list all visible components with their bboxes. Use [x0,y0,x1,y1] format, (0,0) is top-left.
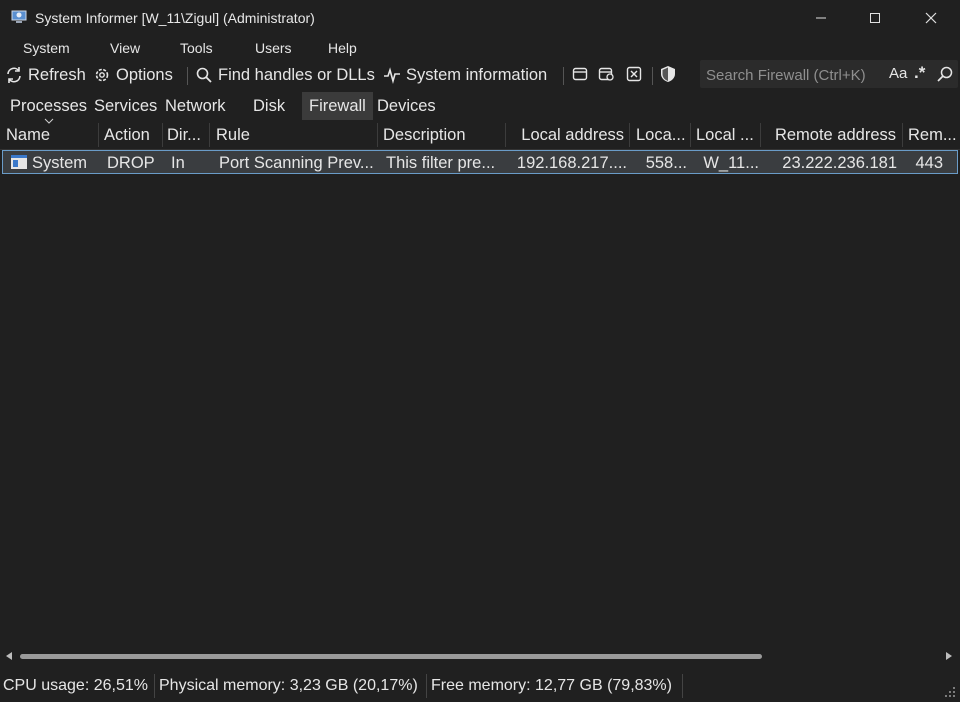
title-bar: System Informer [W_11\Zigul] (Administra… [0,0,960,36]
close-box-icon [626,66,642,82]
scroll-right-arrow-icon[interactable] [945,652,953,660]
tab-strip: Processes Services Network Disk Firewall… [0,92,960,120]
status-divider [682,674,683,698]
column-header-action[interactable]: Action [104,121,160,149]
tab-firewall[interactable]: Firewall [302,92,373,120]
column-header-remote-address[interactable]: Remote address [764,121,896,149]
toolbar-separator [187,67,188,85]
cell-local-hostname: W_11... [703,154,759,172]
search-input[interactable] [704,63,888,87]
table-row[interactable]: System DROP In Port Scanning Prev... Thi… [2,150,958,174]
column-header-local-hostname[interactable]: Local ... [696,121,758,149]
find-handles-label: Find handles or DLLs [218,65,375,84]
options-button[interactable]: Options [93,64,173,86]
process-window-icon [11,155,27,169]
shield-button[interactable] [658,64,678,84]
find-window-icon [598,67,614,81]
toolbar-separator [563,67,564,85]
cell-action: DROP [107,154,155,172]
status-divider [426,674,427,698]
menu-users[interactable]: Users [255,40,292,56]
find-window-button[interactable] [597,64,617,84]
menu-bar: System View Tools Users Help [0,36,960,60]
column-divider[interactable] [902,123,903,147]
minimize-icon [816,17,826,19]
column-divider[interactable] [629,123,630,147]
refresh-icon [7,67,21,83]
options-label: Options [116,65,173,84]
match-case-toggle[interactable]: Aa [889,65,907,82]
cell-description: This filter pre... [386,154,496,172]
column-divider[interactable] [209,123,210,147]
shield-icon [661,66,675,82]
menu-system[interactable]: System [23,40,70,56]
scrollbar-thumb[interactable] [20,654,762,659]
cell-local-address: 192.168.217.... [516,154,627,172]
activity-pulse-icon [384,67,400,84]
tab-devices[interactable]: Devices [370,92,443,120]
tab-network[interactable]: Network [158,92,233,120]
resize-grip-icon[interactable] [944,686,956,698]
column-header-local-port[interactable]: Loca... [636,121,688,149]
search-icon[interactable] [936,65,954,83]
window-title: System Informer [W_11\Zigul] (Administra… [35,10,315,26]
tab-disk[interactable]: Disk [246,92,292,120]
column-header-local-address[interactable]: Local address [510,121,624,149]
scroll-left-arrow-icon[interactable] [5,652,13,660]
cell-remote-address: 23.222.236.181 [782,154,897,172]
close-window-button[interactable] [624,64,644,84]
cpu-usage-status: CPU usage: 26,51% [3,677,148,694]
column-header-name[interactable]: Name [6,121,96,149]
toolbar-separator [652,67,653,85]
column-headers: Name Action Dir... Rule Description Loca… [0,118,960,150]
refresh-button[interactable]: Refresh [5,64,86,86]
column-header-rule[interactable]: Rule [216,121,374,149]
column-divider[interactable] [377,123,378,147]
column-header-description[interactable]: Description [383,121,503,149]
status-divider [154,674,155,698]
cell-local-port: 558... [645,154,687,172]
window-icon-button[interactable] [570,64,590,84]
column-divider[interactable] [690,123,691,147]
tab-processes[interactable]: Processes [3,92,94,120]
column-header-direction[interactable]: Dir... [167,121,207,149]
tab-services[interactable]: Services [87,92,164,120]
system-informer-app-icon [11,10,27,23]
minimize-button[interactable] [794,0,848,36]
search-icon [196,67,212,83]
maximize-icon [870,13,880,23]
column-divider[interactable] [505,123,506,147]
column-divider[interactable] [162,123,163,147]
window-icon [572,67,588,81]
physical-memory-status: Physical memory: 3,23 GB (20,17%) [159,677,418,694]
maximize-button[interactable] [848,0,902,36]
column-divider[interactable] [98,123,99,147]
horizontal-scrollbar[interactable] [0,646,960,666]
system-information-button[interactable]: System information [383,64,547,86]
menu-help[interactable]: Help [328,40,357,56]
column-header-remote-port[interactable]: Rem... [908,121,960,149]
regex-toggle[interactable]: .* [914,63,925,83]
free-memory-status: Free memory: 12,77 GB (79,83%) [431,677,672,694]
cell-name: System [32,154,88,172]
cell-remote-port: 443 [915,154,943,172]
cell-direction: In [171,154,185,172]
search-box: Aa .* [700,60,958,88]
column-divider[interactable] [760,123,761,147]
status-bar: CPU usage: 26,51% Physical memory: 3,23 … [0,670,960,702]
close-button[interactable] [904,0,958,36]
find-handles-button[interactable]: Find handles or DLLs [195,64,375,86]
gear-icon [95,68,109,82]
system-information-label: System information [406,65,548,84]
refresh-label: Refresh [28,65,86,84]
menu-view[interactable]: View [110,40,140,56]
cell-rule: Port Scanning Prev... [219,154,374,172]
close-icon [925,12,937,24]
menu-tools[interactable]: Tools [180,40,213,56]
